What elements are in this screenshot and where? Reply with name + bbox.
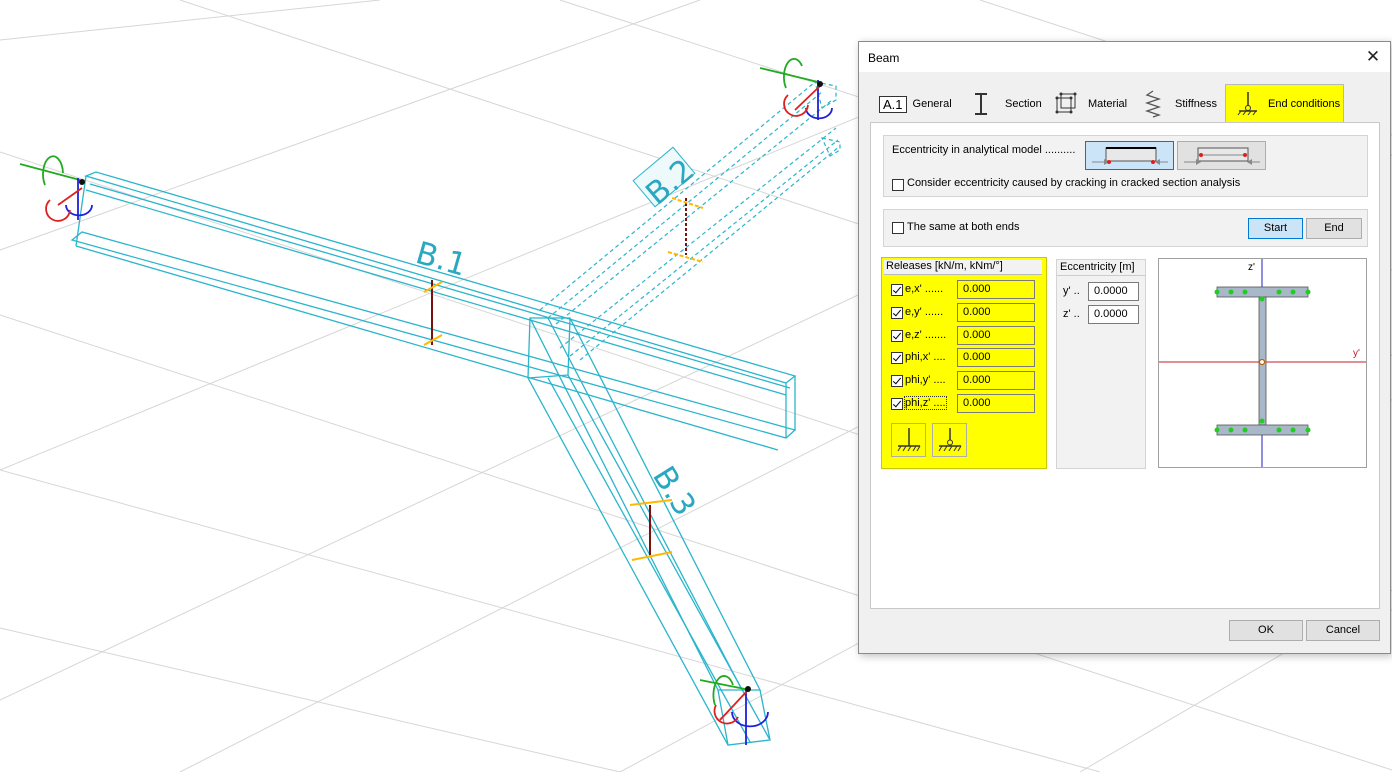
hinged-support-icon bbox=[938, 428, 961, 452]
consider-cracking-checkbox[interactable] bbox=[892, 179, 904, 191]
tab-section[interactable]: Section bbox=[969, 86, 1049, 122]
release-label-phiz: phi,z' .... bbox=[904, 396, 947, 410]
release-row: e,z' ....... 0.000 bbox=[890, 326, 1040, 346]
eccentricity-header-label: Eccentricity [m] bbox=[1060, 261, 1135, 273]
section-preview: z' y' bbox=[1158, 258, 1367, 468]
beam-b2[interactable] bbox=[539, 81, 841, 361]
eccentricity-option-offset[interactable] bbox=[1177, 141, 1266, 170]
release-checkbox-ez[interactable] bbox=[891, 330, 903, 342]
eccentricity-label-z: z' .. bbox=[1063, 308, 1080, 320]
fixed-support-icon bbox=[897, 428, 920, 452]
release-label-phiy: phi,y' .... bbox=[905, 374, 946, 386]
tab-end-conditions[interactable]: End conditions bbox=[1225, 84, 1344, 123]
eccentricity-input-y[interactable]: 0.0000 bbox=[1088, 282, 1139, 301]
eccentricity-input-z[interactable]: 0.0000 bbox=[1088, 305, 1139, 324]
release-row: phi,x' .... 0.000 bbox=[890, 348, 1040, 368]
eccentricity-label-y: y' .. bbox=[1063, 285, 1080, 297]
spring-icon bbox=[1144, 90, 1162, 118]
beam-offset-icon bbox=[1183, 147, 1260, 165]
start-button[interactable]: Start bbox=[1248, 218, 1303, 239]
beam-centroid-icon bbox=[1091, 147, 1168, 165]
eccentricity-option-centroid[interactable] bbox=[1085, 141, 1174, 170]
release-input-ey[interactable]: 0.000 bbox=[957, 303, 1035, 322]
eccentricity-values-group: Eccentricity [m] y' .. 0.0000 z' .. 0.00… bbox=[1056, 259, 1146, 469]
release-input-ex[interactable]: 0.000 bbox=[957, 280, 1035, 299]
fixed-support-button[interactable] bbox=[891, 423, 926, 457]
release-row: phi,z' .... 0.000 bbox=[890, 394, 1040, 414]
beam-label-b1: B.1 bbox=[412, 235, 471, 284]
release-label-phix: phi,x' .... bbox=[905, 351, 946, 363]
ok-button[interactable]: OK bbox=[1229, 620, 1303, 641]
i-section-icon bbox=[975, 93, 987, 115]
tab-end-conditions-label: End conditions bbox=[1268, 98, 1341, 110]
release-checkbox-ex[interactable] bbox=[891, 284, 903, 296]
tab-stiffness[interactable]: Stiffness bbox=[1143, 86, 1223, 122]
release-label-ey: e,y' ...... bbox=[905, 306, 944, 318]
tab-general[interactable]: A.1 General bbox=[879, 86, 961, 122]
axis-z-label: z' bbox=[1248, 262, 1255, 273]
beam-label-b3: B.3 bbox=[645, 460, 702, 522]
release-row: phi,y' .... 0.000 bbox=[890, 371, 1040, 391]
dialog-title: Beam bbox=[868, 51, 900, 65]
eccentricity-model-label: Eccentricity in analytical model .......… bbox=[892, 144, 1076, 156]
dialog-titlebar[interactable]: Beam ✕ bbox=[859, 42, 1390, 72]
hinged-support-button[interactable] bbox=[932, 423, 967, 457]
release-row: e,x' ...... 0.000 bbox=[890, 280, 1040, 300]
release-input-phiz[interactable]: 0.000 bbox=[957, 394, 1035, 413]
release-input-ez[interactable]: 0.000 bbox=[957, 326, 1035, 345]
release-label-ex: e,x' ...... bbox=[905, 283, 944, 295]
release-checkbox-phiz[interactable] bbox=[891, 398, 903, 410]
same-both-ends-group: The same at both ends Start End bbox=[883, 209, 1368, 247]
consider-cracking-label: Consider eccentricity caused by cracking… bbox=[907, 177, 1241, 189]
end-button[interactable]: End bbox=[1306, 218, 1362, 239]
tab-section-label: Section bbox=[1005, 98, 1042, 110]
tab-material-label: Material bbox=[1088, 98, 1128, 110]
release-checkbox-ey[interactable] bbox=[891, 307, 903, 319]
release-checkbox-phix[interactable] bbox=[891, 352, 903, 364]
releases-panel: Releases [kN/m, kNm/°] e,x' ...... 0.000… bbox=[881, 257, 1047, 469]
section-preview-canvas: z' y' bbox=[1159, 259, 1366, 467]
same-both-ends-label: The same at both ends bbox=[907, 221, 1020, 233]
release-label-ez: e,z' ....... bbox=[905, 329, 947, 341]
close-icon[interactable]: ✕ bbox=[1360, 45, 1386, 69]
tab-material[interactable]: Material bbox=[1054, 86, 1132, 122]
beam-dialog: Beam ✕ A.1 General Section Material Stif… bbox=[858, 41, 1391, 654]
release-checkbox-phiy[interactable] bbox=[891, 375, 903, 387]
eccentricity-header: Eccentricity [m] bbox=[1057, 260, 1145, 276]
tab-general-label: General bbox=[912, 98, 952, 110]
tab-content-end-conditions: Eccentricity in analytical model .......… bbox=[870, 122, 1380, 609]
axis-y-label: y' bbox=[1353, 348, 1360, 359]
tab-stiffness-label: Stiffness bbox=[1175, 98, 1217, 110]
general-icon: A.1 bbox=[879, 95, 907, 113]
material-cube-icon bbox=[1055, 92, 1077, 114]
same-both-ends-checkbox[interactable] bbox=[892, 222, 904, 234]
release-input-phiy[interactable]: 0.000 bbox=[957, 371, 1035, 390]
release-row: e,y' ...... 0.000 bbox=[890, 303, 1040, 323]
beam-label-b2-box: B.2 bbox=[632, 146, 701, 212]
releases-header-label: Releases [kN/m, kNm/°] bbox=[886, 260, 1003, 272]
release-input-phix[interactable]: 0.000 bbox=[957, 348, 1035, 367]
releases-header: Releases [kN/m, kNm/°] bbox=[884, 260, 1042, 275]
support-icon bbox=[1237, 92, 1257, 116]
cancel-button[interactable]: Cancel bbox=[1306, 620, 1380, 641]
eccentricity-model-group: Eccentricity in analytical model .......… bbox=[883, 135, 1368, 197]
